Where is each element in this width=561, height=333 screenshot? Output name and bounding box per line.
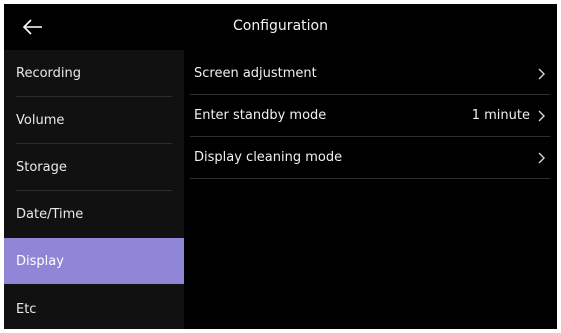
sidebar-item-storage[interactable]: Storage bbox=[4, 144, 184, 190]
sidebar-item-display[interactable]: Display bbox=[4, 238, 184, 284]
sidebar-item-recording[interactable]: Recording bbox=[4, 50, 184, 96]
configuration-screen: Configuration Recording Volume Storage D… bbox=[4, 4, 557, 329]
settings-list: Screen adjustment Enter standby mode 1 m… bbox=[190, 50, 557, 329]
sidebar-item-label: Volume bbox=[16, 112, 65, 128]
sidebar-item-label: Storage bbox=[16, 159, 67, 175]
page-title: Configuration bbox=[233, 18, 328, 34]
screen-adjustment-row[interactable]: Screen adjustment bbox=[190, 53, 550, 94]
sidebar: Recording Volume Storage Date/Time Displ… bbox=[4, 50, 184, 329]
sidebar-item-label: Date/Time bbox=[16, 206, 84, 222]
row-label: Screen adjustment bbox=[194, 66, 317, 81]
sidebar-item-volume[interactable]: Volume bbox=[4, 97, 184, 143]
sidebar-item-label: Display bbox=[16, 253, 64, 269]
header-bar: Configuration bbox=[4, 4, 557, 50]
divider bbox=[190, 178, 550, 179]
chevron-right-icon bbox=[538, 152, 545, 163]
sidebar-item-etc[interactable]: Etc bbox=[4, 286, 184, 329]
sidebar-item-label: Etc bbox=[16, 301, 37, 317]
sidebar-item-date-time[interactable]: Date/Time bbox=[4, 191, 184, 237]
sidebar-item-label: Recording bbox=[16, 65, 82, 81]
row-label: Enter standby mode bbox=[194, 108, 327, 123]
display-cleaning-row[interactable]: Display cleaning mode bbox=[190, 137, 550, 178]
chevron-right-icon bbox=[538, 110, 545, 121]
row-value: 1 minute bbox=[471, 108, 530, 123]
standby-mode-row[interactable]: Enter standby mode 1 minute bbox=[190, 95, 550, 136]
row-label: Display cleaning mode bbox=[194, 150, 343, 165]
chevron-right-icon bbox=[538, 68, 545, 79]
